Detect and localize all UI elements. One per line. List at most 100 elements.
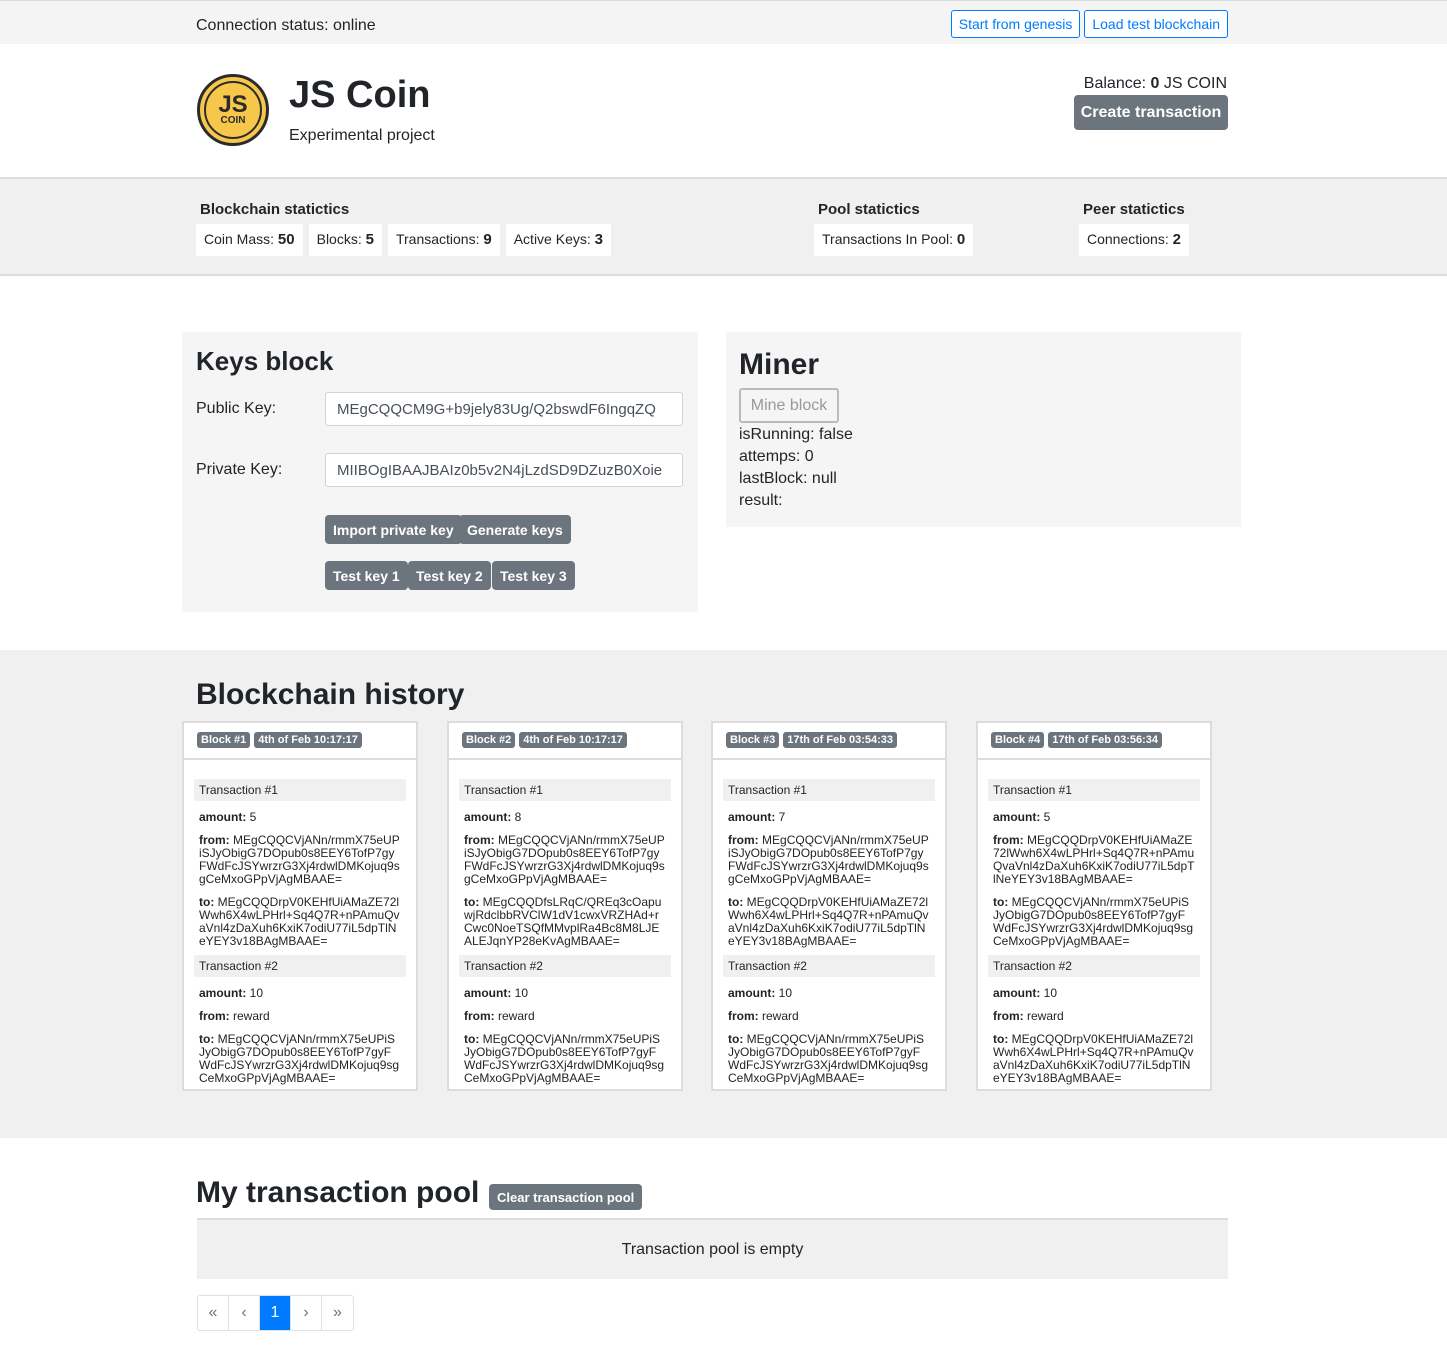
block-date-badge: 17th of Feb 03:54:33 [783,732,898,748]
page-prev-button[interactable]: ‹ [229,1296,260,1330]
block-id-badge: Block #1 [197,732,251,748]
transaction-to: to: MEgCQQCVjANn/rmmX75eUPiSJyObigG7DOpu… [728,1032,929,1085]
coin-mass-stat: Coin Mass: 50 [196,224,303,256]
transaction-to: to: MEgCQQDrpV0KEHfUiAMaZE72lWwh6X4wLPHr… [728,895,929,948]
transaction-from: from: reward [199,1009,270,1023]
test-key-3-button[interactable]: Test key 3 [492,561,575,590]
stats-bar: Blockchain statictics Coin Mass: 50 Bloc… [0,177,1447,276]
transaction-amount: amount: 10 [728,986,793,1000]
block-id-badge: Block #3 [726,732,780,748]
pagination: « ‹ 1 › » [197,1295,354,1331]
transaction-to: to: MEgCQQCVjANn/rmmX75eUPiSJyObigG7DOpu… [199,1032,400,1085]
transaction-header: Transaction #1 [723,779,935,801]
app-title: JS Coin [289,74,431,116]
block-date-badge: 4th of Feb 10:17:17 [254,732,362,748]
logo-js-text: JS [218,91,248,118]
transaction-header: Transaction #2 [723,955,935,977]
page-last-button[interactable]: » [322,1296,353,1330]
private-key-input[interactable] [325,453,683,487]
transaction-amount: amount: 5 [199,810,257,824]
transaction-from: from: reward [728,1009,799,1023]
balance-value: 0 [1150,75,1160,92]
transaction-header: Transaction #2 [194,955,406,977]
miner-title: Miner [739,348,820,381]
page-next-button[interactable]: › [291,1296,322,1330]
top-bar: Connection status: online Start from gen… [0,0,1447,44]
app-subtitle: Experimental project [289,127,435,144]
page-first-button[interactable]: « [198,1296,229,1330]
miner-block: Miner Mine block isRunning: false attemp… [726,332,1241,527]
public-key-label: Public Key: [196,400,277,417]
transaction-amount: amount: 10 [199,986,264,1000]
transaction-from: from: reward [464,1009,535,1023]
js-coin-logo-icon: JS COIN [197,74,269,146]
transaction-pool-title: My transaction pool [196,1176,480,1209]
connections-stat: Connections: 2 [1079,224,1189,256]
miner-is-running: isRunning: false [739,426,853,443]
block-date-badge: 17th of Feb 03:56:34 [1048,732,1163,748]
transaction-from: from: MEgCQQCVjANn/rmmX75eUPiSJyObigG7DO… [199,833,400,886]
blockchain-history: Blockchain history Block #1 4th of Feb 10… [0,650,1447,1138]
transaction-header: Transaction #1 [194,779,406,801]
block-date-badge: 4th of Feb 10:17:17 [519,732,627,748]
mine-block-button[interactable]: Mine block [739,388,839,423]
transaction-to: to: MEgCQQDrpV0KEHfUiAMaZE72lWwh6X4wLPHr… [993,1032,1194,1085]
blockchain-stats-title: Blockchain statictics [200,201,350,218]
keys-block-title: Keys block [196,346,334,376]
active-keys-stat: Active Keys: 3 [505,224,611,256]
logo-coin-text: COIN [220,115,246,126]
transaction-header: Transaction #1 [988,779,1200,801]
balance-label: Balance: [1083,75,1147,92]
transaction-from: from: reward [993,1009,1064,1023]
clear-transaction-pool-button[interactable]: Clear transaction pool [489,1184,643,1210]
transaction-from: from: MEgCQQCVjANn/rmmX75eUPiSJyObigG7DO… [464,833,665,886]
test-key-2-button[interactable]: Test key 2 [408,561,491,590]
block-card: Block #3 17th of Feb 03:54:33 Transaction … [711,721,947,1091]
miner-attemps: attemps: 0 [739,448,814,465]
pool-stats: Pool statictics Transactions In Pool: 0 [814,201,974,256]
transactions-stat: Transactions: 9 [387,224,500,256]
transaction-to: to: MEgCQQCVjANn/rmmX75eUPiSJyObigG7DOpu… [464,1032,665,1085]
generate-keys-button[interactable]: Generate keys [459,515,571,544]
public-key-input[interactable] [325,392,683,426]
block-card: Block #1 4th of Feb 10:17:17 Transaction #… [182,721,418,1091]
transaction-header: Transaction #2 [459,955,671,977]
transaction-from: from: MEgCQQCVjANn/rmmX75eUPiSJyObigG7DO… [728,833,929,886]
transaction-from: from: MEgCQQDrpV0KEHfUiAMaZE72lWwh6X4wLP… [993,833,1195,886]
balance: Balance: 0 JS COIN [1084,75,1227,93]
blocks-stat: Blocks: 5 [308,224,382,256]
peer-stats: Peer statictics Connections: 2 [1079,201,1189,256]
transaction-amount: amount: 8 [464,810,522,824]
transaction-amount: amount: 10 [464,986,529,1000]
miner-last-block: lastBlock: null [739,470,837,487]
block-id-badge: Block #2 [462,732,516,748]
block-id-badge: Block #4 [991,732,1045,748]
transaction-amount: amount: 7 [728,810,786,824]
transaction-header: Transaction #2 [988,955,1200,977]
transaction-to: to: MEgCQQCVjANn/rmmX75eUPiSJyObigG7DOpu… [993,895,1194,948]
miner-result: result: [739,492,783,509]
import-private-key-button[interactable]: Import private key [325,515,462,544]
load-test-blockchain-button[interactable]: Load test blockchain [1084,10,1228,38]
transaction-pool-empty-message: Transaction pool is empty [197,1218,1228,1279]
pool-stats-title: Pool statictics [818,201,920,218]
blockchain-history-title: Blockchain history [196,678,465,711]
create-transaction-button[interactable]: Create transaction [1074,95,1228,130]
transaction-amount: amount: 10 [993,986,1058,1000]
block-card: Block #2 4th of Feb 10:17:17 Transaction #… [447,721,683,1091]
start-genesis-button[interactable]: Start from genesis [950,10,1081,38]
transaction-header: Transaction #1 [459,779,671,801]
transactions-in-pool-stat: Transactions In Pool: 0 [814,224,974,256]
transaction-to: to: MEgCQQDrpV0KEHfUiAMaZE72lWwh6X4wLPHr… [199,895,400,948]
header: JS COIN JS Coin Experimental project Bal… [0,44,1447,177]
connection-status: Connection status: online [196,17,376,34]
transaction-amount: amount: 5 [993,810,1051,824]
peer-stats-title: Peer statictics [1083,201,1185,218]
balance-unit: JS COIN [1163,75,1227,92]
keys-block: Keys block Public Key: Private Key: Impo… [182,332,698,612]
blockchain-stats: Blockchain statictics Coin Mass: 50 Bloc… [196,201,611,256]
block-card: Block #4 17th of Feb 03:56:34 Transaction … [976,721,1212,1091]
test-key-1-button[interactable]: Test key 1 [325,561,408,590]
private-key-label: Private Key: [196,461,283,478]
page-1-button[interactable]: 1 [260,1296,291,1330]
